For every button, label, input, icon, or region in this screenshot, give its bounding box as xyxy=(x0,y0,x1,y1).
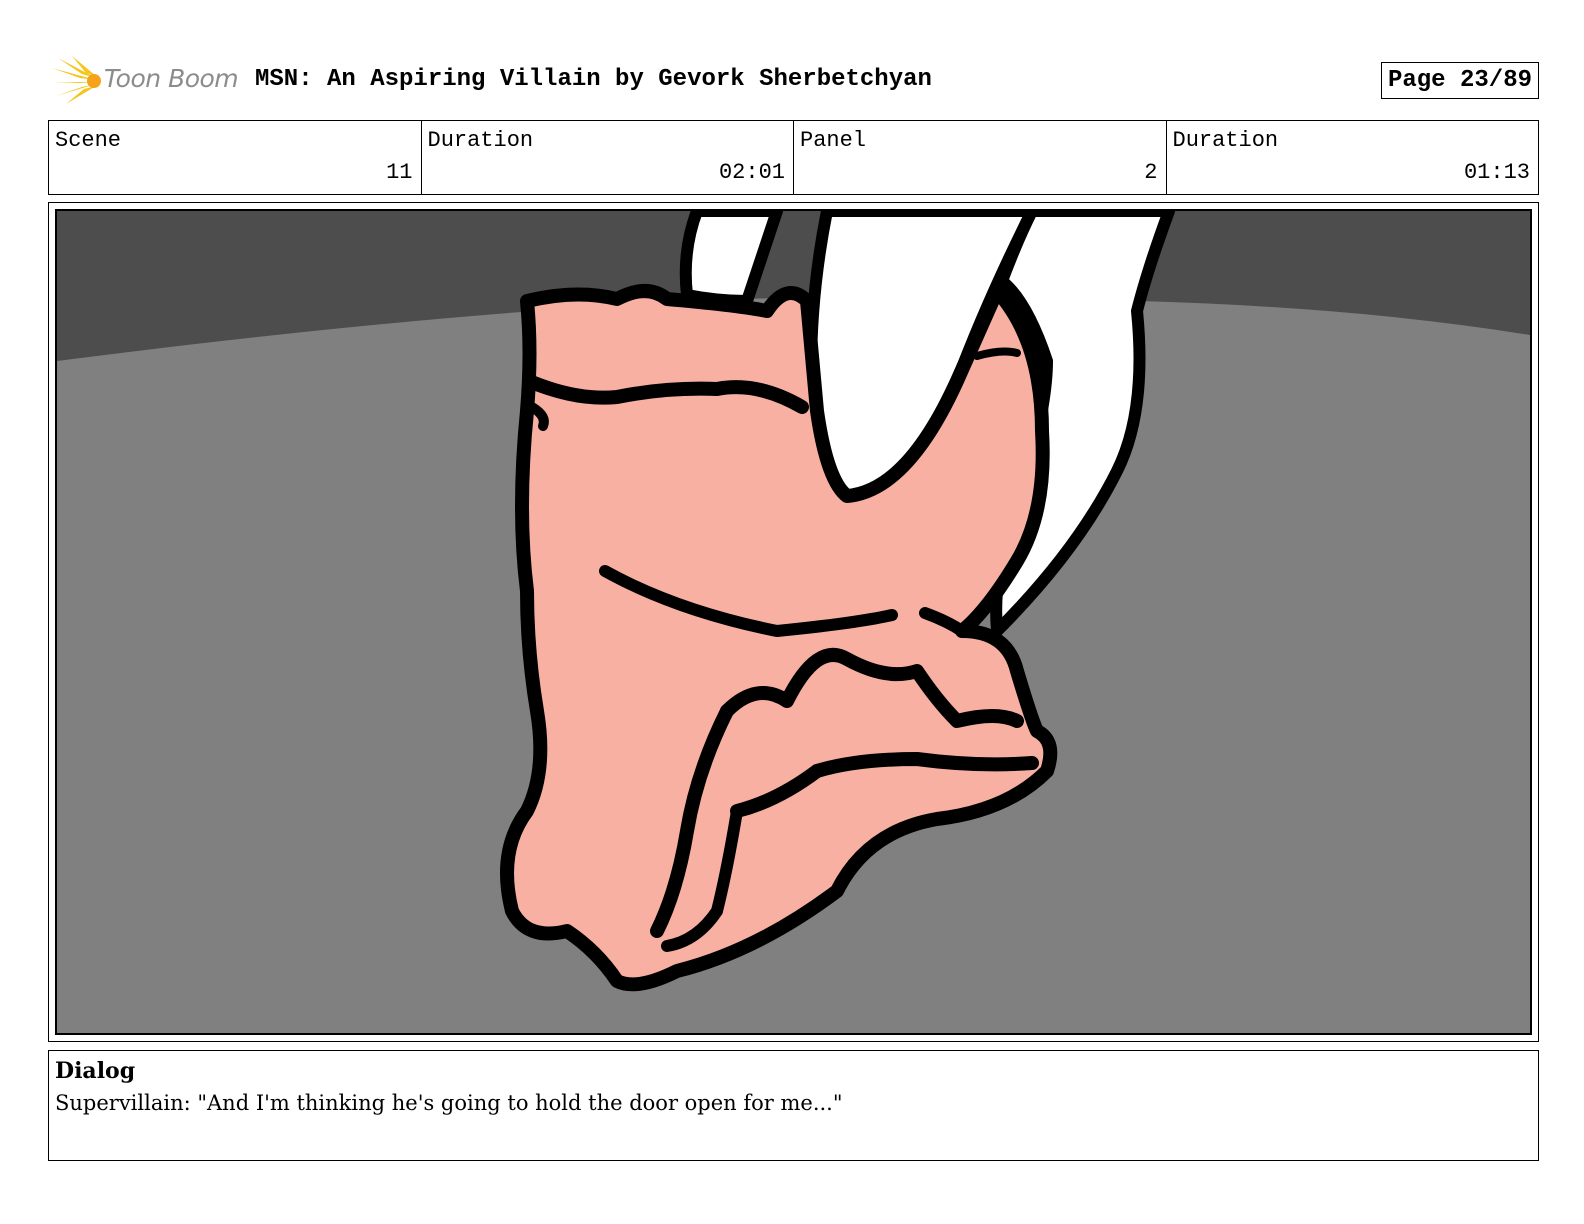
panel-cell: Panel 2 xyxy=(794,121,1167,194)
scene-label: Scene xyxy=(55,128,122,153)
storyboard-panel-artwork xyxy=(55,209,1532,1035)
dialog-label: Dialog xyxy=(55,1058,136,1084)
scene-value: 11 xyxy=(386,160,413,185)
toon-boom-logo: Toon Boom xyxy=(52,56,242,104)
storyboard-panel-frame xyxy=(48,202,1539,1042)
page-header: Toon Boom MSN: An Aspiring Villain by Ge… xyxy=(48,56,1539,104)
document-title: MSN: An Aspiring Villain by Gevork Sherb… xyxy=(255,66,932,93)
dialog-text: Supervillain: "And I'm thinking he's goi… xyxy=(55,1091,843,1115)
panel-duration-value: 01:13 xyxy=(1463,160,1530,185)
dialog-box: Dialog Supervillain: "And I'm thinking h… xyxy=(48,1050,1539,1161)
scene-cell: Scene 11 xyxy=(49,121,422,194)
logo-text: Toon Boom xyxy=(104,64,239,93)
page-number: Page 23/89 xyxy=(1380,62,1539,99)
scene-duration-value: 02:01 xyxy=(718,160,785,185)
starburst-icon xyxy=(52,56,101,104)
panel-duration-cell: Duration 01:13 xyxy=(1167,121,1539,194)
foot-drawing xyxy=(57,211,1530,1033)
scene-duration-label: Duration xyxy=(427,128,534,153)
panel-duration-label: Duration xyxy=(1172,128,1279,153)
scene-duration-cell: Duration 02:01 xyxy=(422,121,794,194)
panel-label: Panel xyxy=(800,128,867,153)
scene-info-table: Scene 11 Duration 02:01 Panel 2 Duration… xyxy=(48,120,1539,195)
panel-value: 2 xyxy=(1144,160,1158,185)
